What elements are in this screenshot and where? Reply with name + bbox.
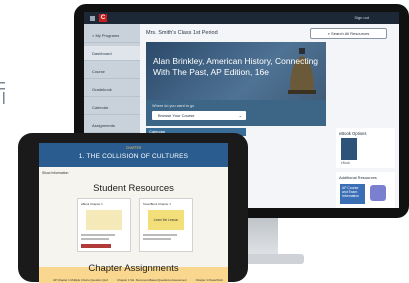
chapter-assignments-heading: Chapter Assignments xyxy=(88,263,179,274)
browse-course-dropdown[interactable]: Browse Your Course ⌄ xyxy=(152,111,246,120)
resource-app-icon[interactable] xyxy=(370,185,386,201)
ebook-options-panel: eBook Options eBook xyxy=(336,128,395,168)
additional-resources-header: Additional Resources xyxy=(339,175,377,180)
sign-out-link[interactable]: Sign out xyxy=(354,15,369,20)
assignment-item[interactable]: Chapter 1 SG: Document-Based Questions A… xyxy=(117,278,187,282)
resource-card-ebook[interactable]: eBook Chapter 1 xyxy=(77,198,131,252)
sidebar-item-my-programs[interactable]: < My Programs xyxy=(84,28,140,43)
assignment-item[interactable]: Chapter 1 PowerPoint xyxy=(196,278,223,282)
sidebar-item-gradebook[interactable]: Gradebook xyxy=(84,82,140,97)
sidebar-item-course[interactable]: Course xyxy=(84,64,140,79)
resource-card-title: eBook Chapter 1 xyxy=(81,202,103,206)
course-title: Alan Brinkley, American History, Connect… xyxy=(153,56,319,77)
ebook-thumbnail[interactable] xyxy=(341,138,357,160)
additional-resources-panel: Additional Resources AP Course and Exam … xyxy=(336,172,395,208)
student-resources-heading: Student Resources xyxy=(93,183,174,194)
card-action-strip[interactable] xyxy=(81,244,111,248)
course-hero-banner: Alan Brinkley, American History, Connect… xyxy=(146,42,326,126)
tablet-device: CHAPTER 1. THE COLLISION OF CULTURES Sho… xyxy=(18,133,248,283)
partial-glyph-icon xyxy=(0,82,5,104)
card-text-line xyxy=(81,234,115,236)
search-button-label: Search All Resources xyxy=(331,31,370,36)
sidebar-item-dashboard[interactable]: Dashboard xyxy=(84,46,140,61)
resource-card-title: SmartBook Chapter 1 xyxy=(143,202,171,206)
card-text-line xyxy=(81,238,109,240)
browse-course-label: Browse Your Course xyxy=(158,113,195,118)
search-all-resources-button[interactable]: ⌕ Search All Resources xyxy=(310,28,387,39)
smartbook-learn-tile: Learn the Lesson xyxy=(148,210,184,230)
navigation-prompt: Where do you want to go xyxy=(152,104,195,108)
assignment-item[interactable]: AP Chapter 1 Multiple Choice Question Qu… xyxy=(53,278,108,282)
menu-icon[interactable] xyxy=(90,15,95,21)
card-text-line xyxy=(143,234,177,236)
top-navigation-bar: C Sign out xyxy=(84,12,399,24)
ebook-cover-thumbnail xyxy=(86,210,122,230)
sidebar-item-calendar[interactable]: Calendar xyxy=(84,100,140,115)
chevron-down-icon: ⌄ xyxy=(238,113,242,118)
chapter-eyebrow: CHAPTER xyxy=(125,146,142,150)
tablet-screen: CHAPTER 1. THE COLLISION OF CULTURES Sho… xyxy=(39,143,228,283)
chapter-title: 1. THE COLLISION OF CULTURES xyxy=(78,153,189,160)
chapter-banner: CHAPTER 1. THE COLLISION OF CULTURES xyxy=(39,143,228,167)
show-information-toggle[interactable]: Show Information xyxy=(42,171,68,175)
sidebar-item-assignments[interactable]: Assignments xyxy=(84,118,140,133)
ebook-options-header: eBook Options xyxy=(339,131,367,136)
ebook-label: eBook xyxy=(341,161,351,165)
card-text-line xyxy=(143,238,171,240)
brand-logo: C xyxy=(99,14,107,22)
navigation-prompt-bar: Where do you want to go Browse Your Cour… xyxy=(146,100,326,126)
resource-card-smartbook[interactable]: SmartBook Chapter 1 Learn the Lesson xyxy=(139,198,193,252)
assignment-list: AP Chapter 1 Multiple Choice Question Qu… xyxy=(53,278,223,282)
ap-course-exam-tile[interactable]: AP Course and Exam Information xyxy=(340,184,365,204)
page-title: Mrs. Smith's Class 1st Period xyxy=(146,30,218,36)
